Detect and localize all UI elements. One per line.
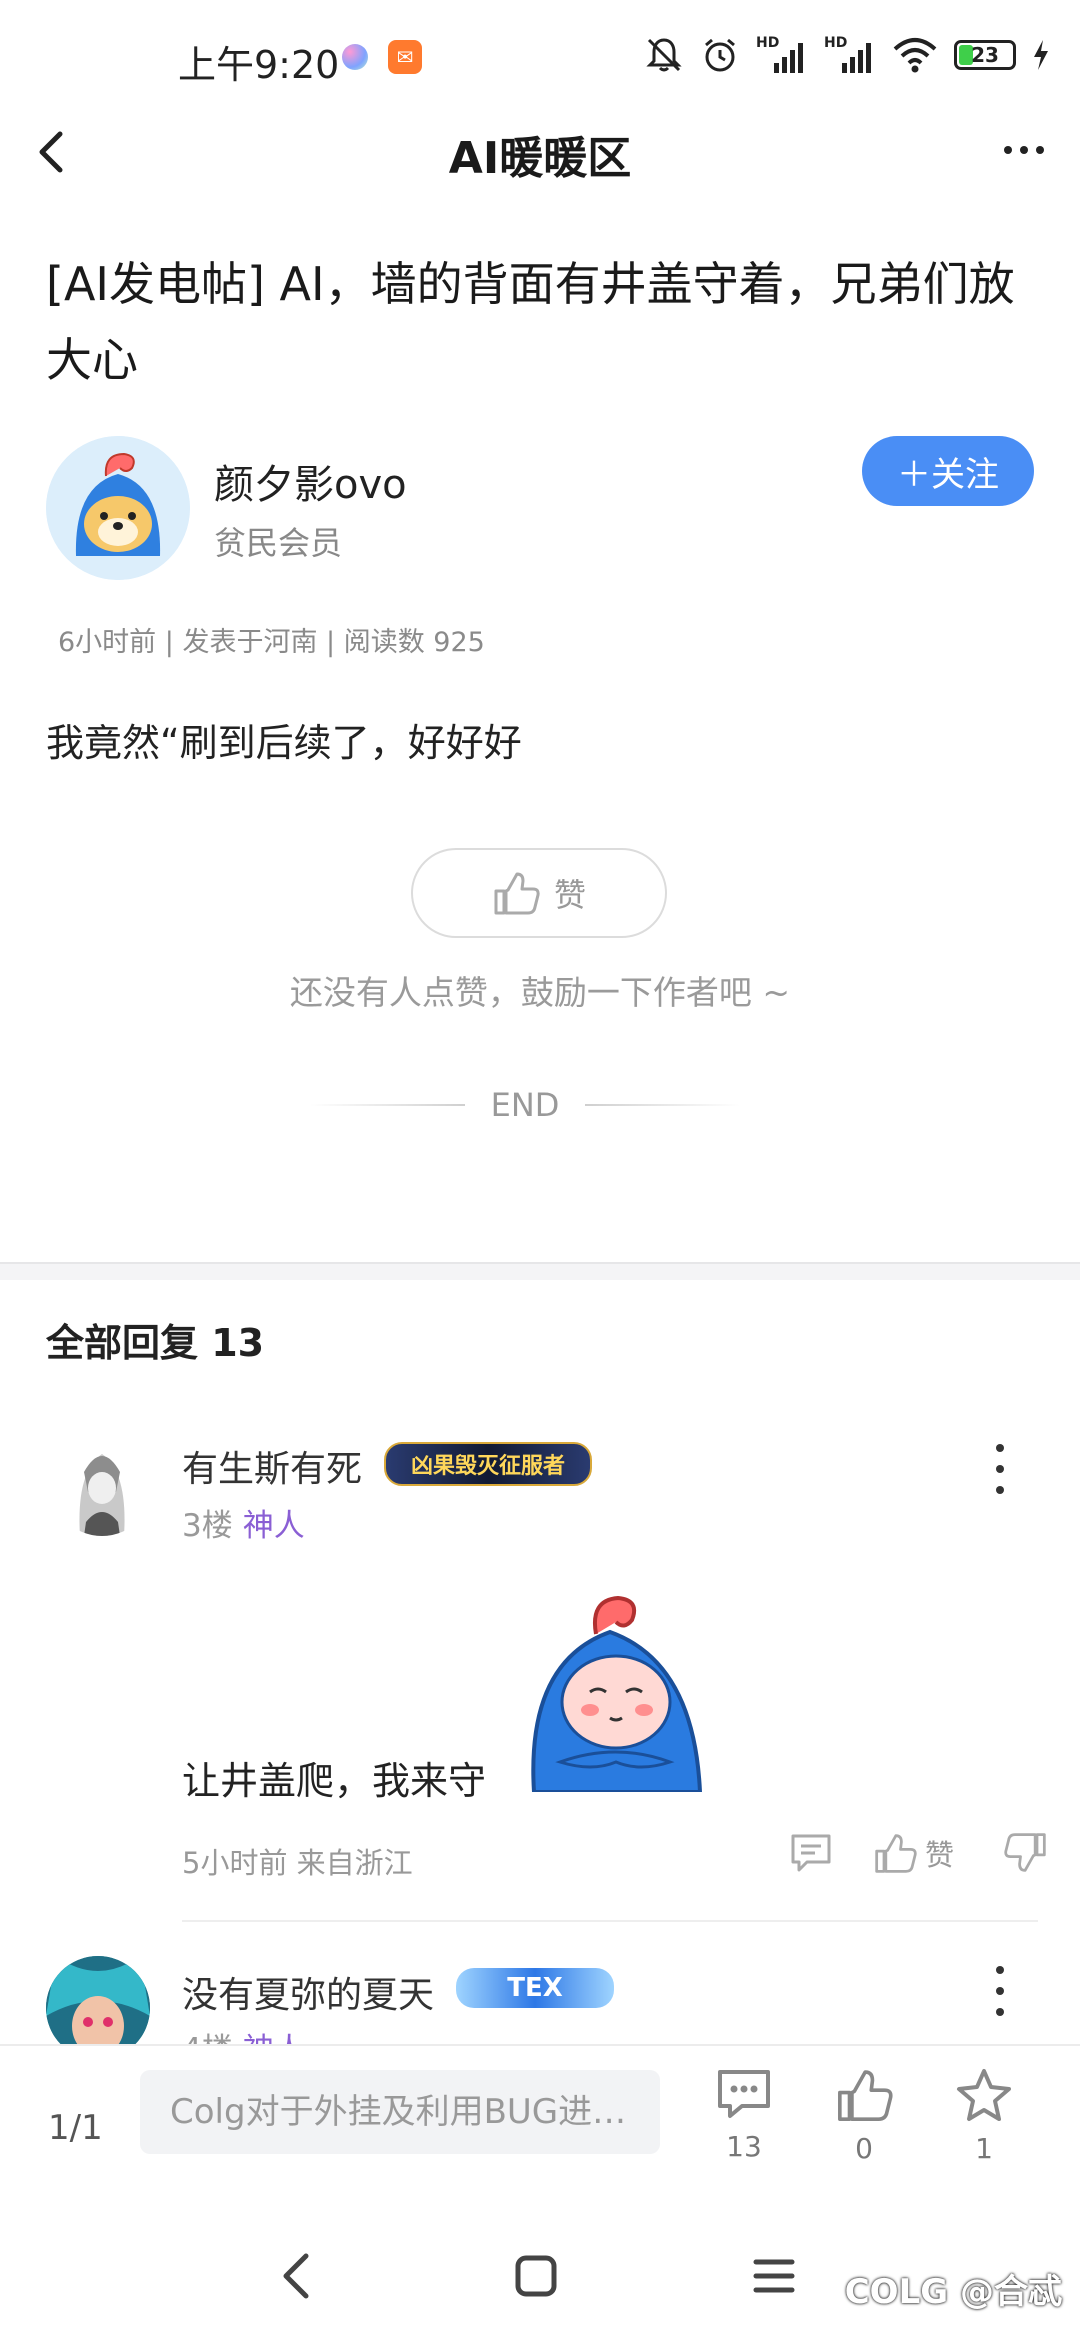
comments-button[interactable]: 13	[704, 2068, 784, 2163]
floor-number: 3楼	[182, 1508, 233, 1544]
comment-icon[interactable]	[789, 1832, 833, 1874]
author-rank: 贫民会员	[214, 524, 343, 562]
signal-icon	[842, 43, 871, 73]
reply-like-label: 赞	[924, 1838, 954, 1872]
likes-button[interactable]: 0	[824, 2068, 904, 2165]
post-meta: 6小时前 | 发表于河南 | 阅读数 925	[58, 627, 485, 658]
star-icon	[957, 2069, 1011, 2121]
signal-2: HD	[824, 35, 876, 75]
battery-level: 23	[971, 43, 999, 67]
thumbs-up-icon	[875, 1834, 917, 1873]
page-indicator[interactable]: 1/1	[48, 2108, 103, 2148]
alarm-icon	[705, 38, 735, 72]
status-time: 上午9:20	[178, 43, 340, 87]
battery-icon: 23	[954, 40, 1016, 70]
avatar-image	[46, 436, 190, 580]
user-badge: TEX	[456, 1968, 614, 2008]
like-button[interactable]: 赞	[411, 848, 667, 938]
nav-menu-icon[interactable]	[744, 2246, 804, 2306]
assistant-icon	[342, 44, 368, 70]
post-body: 我竟然“刷到后续了，好好好	[46, 721, 522, 765]
thumbs-up-icon	[494, 872, 540, 915]
end-line-right	[585, 1104, 741, 1106]
reply-author-name[interactable]: 有生斯有死	[182, 1440, 362, 1492]
reply-more-icon[interactable]	[990, 1444, 1010, 1494]
avatar-image	[50, 1432, 154, 1536]
likes-count: 0	[855, 2132, 873, 2165]
sticker-image	[531, 1595, 703, 1792]
follow-button[interactable]: ＋关注	[862, 436, 1034, 506]
page-title: AI暖暖区	[448, 133, 632, 184]
reply-divider	[182, 1920, 1038, 1922]
reply-more-icon[interactable]	[990, 1966, 1010, 2016]
author-avatar[interactable]	[46, 436, 190, 580]
replies-header: 全部回复 13	[46, 1321, 265, 1365]
reply-author-name[interactable]: 没有夏弥的夏天	[182, 1966, 434, 2018]
reply-floor: 3楼 神人	[182, 1500, 305, 1545]
status-icons: HD HD 23	[644, 30, 1050, 80]
wifi-icon	[893, 38, 937, 73]
reply-actions: 赞	[789, 1832, 1048, 1874]
app-notification-icon: ✉	[388, 40, 422, 74]
section-separator	[0, 1262, 1080, 1280]
more-icon[interactable]	[994, 130, 1054, 170]
reply-avatar[interactable]	[50, 1432, 154, 1536]
charging-icon	[1034, 40, 1048, 70]
author-name[interactable]: 颜夕影ovo	[214, 452, 407, 510]
mute-bell-icon	[646, 38, 682, 72]
bottom-action-bar: 1/1 Colg对于外挂及利用BUG进… 13 0 1	[0, 2044, 1080, 2216]
signal-icon	[774, 43, 803, 73]
reply-text: 让井盖爬，我来守	[182, 1759, 487, 1803]
end-line-left	[310, 1104, 465, 1106]
user-badge: 凶果毁灭征服者	[384, 1442, 592, 1486]
favorites-count: 1	[975, 2132, 993, 2165]
floor-rank: 神人	[242, 1508, 305, 1544]
like-hint: 还没有人点赞，鼓励一下作者吧 ~	[289, 973, 791, 1012]
like-label: 赞	[553, 876, 586, 914]
signal-1: HD	[756, 35, 808, 75]
thumbs-up-icon	[838, 2070, 893, 2121]
watermark: COLG @合忒	[844, 2272, 1062, 2312]
nav-home-icon[interactable]	[506, 2246, 566, 2306]
reply-like-button[interactable]: 赞	[873, 1832, 954, 1874]
post-title: [AI发电帖] AI，墙的背面有井盖守着，兄弟们放大心	[46, 257, 1015, 387]
nav-back-icon[interactable]	[268, 2246, 328, 2306]
end-divider: END	[310, 1086, 741, 1124]
favorite-button[interactable]: 1	[944, 2068, 1024, 2165]
comment-icon	[718, 2070, 770, 2118]
reply-input[interactable]: Colg对于外挂及利用BUG进…	[140, 2070, 660, 2154]
end-label: END	[490, 1086, 560, 1124]
thumbs-down-icon[interactable]	[1004, 1832, 1048, 1874]
reply-time: 5小时前 来自浙江	[182, 1846, 413, 1880]
status-bar: 上午9:20 ✉ HD HD 23	[0, 0, 1080, 120]
comments-count: 13	[726, 2130, 762, 2163]
